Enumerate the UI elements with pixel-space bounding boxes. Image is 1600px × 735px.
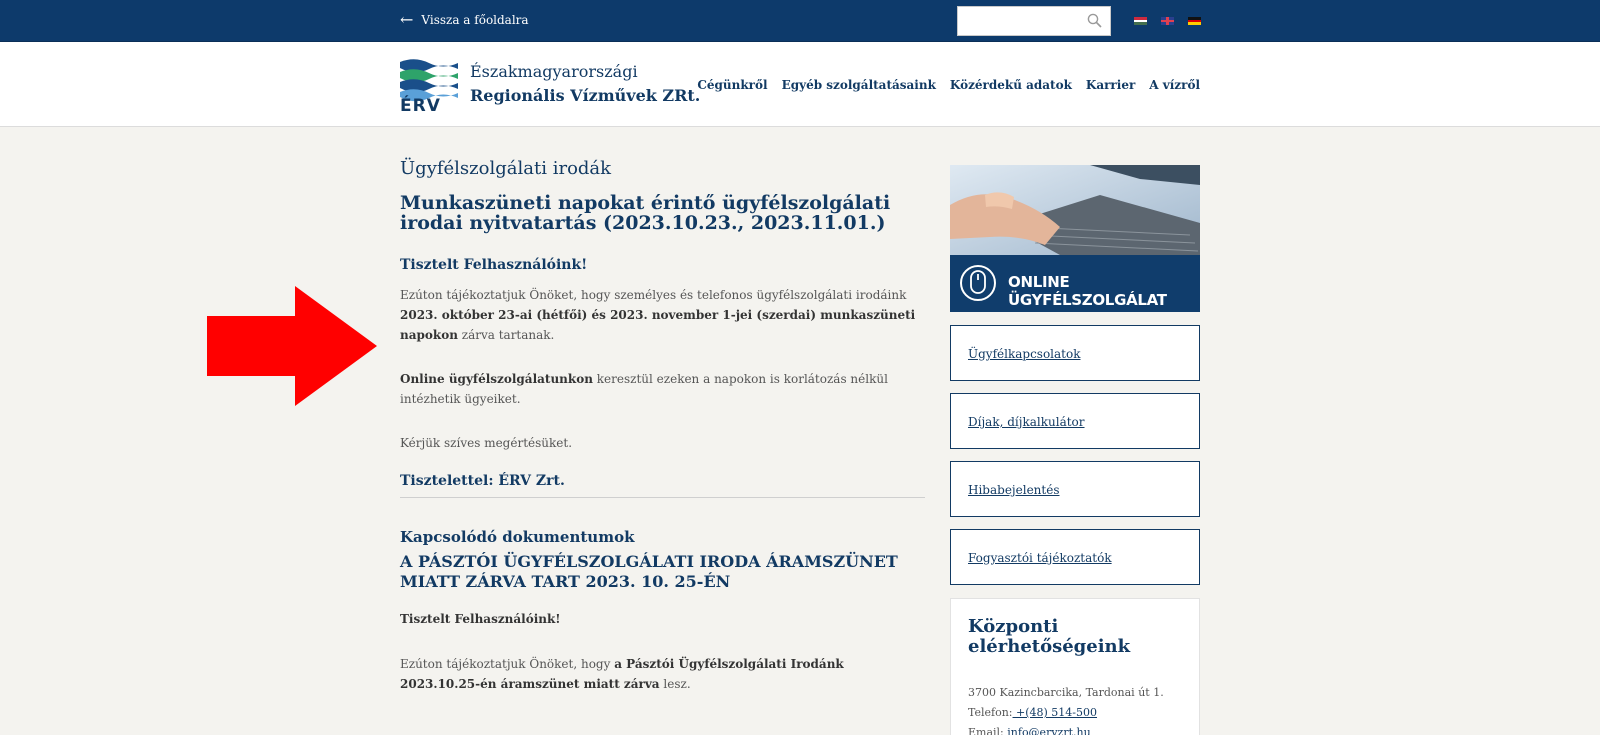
de-flag-icon[interactable] (1188, 17, 1201, 26)
related-text-c: lesz. (659, 677, 691, 691)
company-name-line1: Északmagyarországi (470, 62, 638, 81)
nav-item-public-data[interactable]: Közérdekű adatok (950, 78, 1072, 92)
sidebar-link-fault-report[interactable]: Hibabejelentés (950, 461, 1200, 517)
article-paragraph-2: Online ügyfélszolgálatunkon keresztül ez… (400, 369, 925, 409)
banner-label: ONLINE ÜGYFÉLSZOLGÁLAT (1008, 273, 1167, 309)
contacts-title: Központi elérhetőségeink (968, 616, 1131, 657)
company-name-line2: Regionális Vízművek ZRt. (470, 86, 701, 105)
article-paragraph-1: Ezúton tájékoztatjuk Önöket, hogy személ… (400, 285, 925, 345)
email-link[interactable]: info@ervzrt.hu (1007, 726, 1090, 735)
related-paragraph: Ezúton tájékoztatjuk Önöket, hogy a Pász… (400, 654, 925, 694)
contact-phone-row: Telefon: +(48) 514-500 (968, 703, 1182, 723)
nav-item-about-water[interactable]: A vízről (1149, 78, 1200, 92)
red-arrow-annotation (207, 286, 377, 406)
back-link-label: Vissza a főoldalra (421, 13, 529, 27)
phone-link[interactable]: +(48) 514-500 (1013, 706, 1097, 719)
language-switcher (1134, 17, 1201, 26)
company-name[interactable]: Északmagyarországi Regionális Vízművek Z… (470, 60, 700, 108)
related-documents-heading: Kapcsolódó dokumentumok (400, 528, 635, 546)
email-label: Email: (968, 726, 1008, 735)
site-header: ÉRV Északmagyarországi Regionális Vízműv… (0, 42, 1600, 127)
sidebar: ONLINE ÜGYFÉLSZOLGÁLAT Ügyfélkapcsolatok… (950, 165, 1200, 735)
back-to-home-link[interactable]: ← Vissza a főoldalra (400, 12, 529, 28)
related-text-a: Ezúton tájékoztatjuk Önöket, hogy (400, 657, 615, 671)
article-title: Munkaszüneti napokat érintő ügyfélszolgá… (400, 192, 891, 234)
related-greeting: Tisztelt Felhasználóink! (400, 612, 561, 626)
search-icon[interactable] (1087, 13, 1102, 32)
search-input[interactable] (958, 7, 1078, 35)
arrow-left-icon: ← (400, 10, 414, 29)
article-greeting: Tisztelt Felhasználóink! (400, 257, 588, 273)
erv-logo[interactable]: ÉRV (400, 56, 458, 116)
contact-email-row: Email: info@ervzrt.hu (968, 723, 1182, 735)
central-contacts-box: Központi elérhetőségeink 3700 Kazincbarc… (950, 598, 1200, 735)
search-box (957, 6, 1111, 36)
p2-text-bold: Online ügyfélszolgálatunkon (400, 372, 593, 386)
contact-address: 3700 Kazincbarcika, Tardonai út 1. (968, 686, 1164, 699)
top-bar: ← Vissza a főoldalra (0, 0, 1600, 42)
uk-flag-icon[interactable] (1161, 17, 1174, 25)
main-content: Ügyfélszolgálati irodák Munkaszüneti nap… (400, 158, 925, 718)
nav-item-company[interactable]: Cégünkről (697, 78, 767, 92)
phone-label: Telefon: (968, 706, 1013, 719)
online-customer-service-banner[interactable]: ONLINE ÜGYFÉLSZOLGÁLAT (950, 165, 1200, 312)
hu-flag-icon[interactable] (1134, 17, 1147, 26)
p1-text-a: Ezúton tájékoztatjuk Önöket, hogy személ… (400, 288, 907, 302)
main-nav: Cégünkről Egyéb szolgáltatásaink Közérde… (697, 78, 1200, 92)
article-paragraph-3: Kérjük szíves megértésüket. (400, 436, 573, 450)
sidebar-link-fees-calculator[interactable]: Díjak, díjkalkulátor (950, 393, 1200, 449)
logo-text: ÉRV (400, 96, 441, 116)
related-article-title[interactable]: A PÁSZTÓI ÜGYFÉLSZOLGÁLATI IRODA ÁRAMSZÜ… (400, 552, 925, 592)
nav-item-other-services[interactable]: Egyéb szolgáltatásaink (782, 78, 936, 92)
page-title: Ügyfélszolgálati irodák (400, 158, 612, 179)
article-signoff: Tisztelettel: ÉRV Zrt. (400, 473, 925, 498)
p1-text-c: zárva tartanak. (457, 328, 555, 342)
sidebar-link-customer-relations[interactable]: Ügyfélkapcsolatok (950, 325, 1200, 381)
nav-item-careers[interactable]: Karrier (1086, 78, 1135, 92)
sidebar-link-consumer-info[interactable]: Fogyasztói tájékoztatók (950, 529, 1200, 585)
